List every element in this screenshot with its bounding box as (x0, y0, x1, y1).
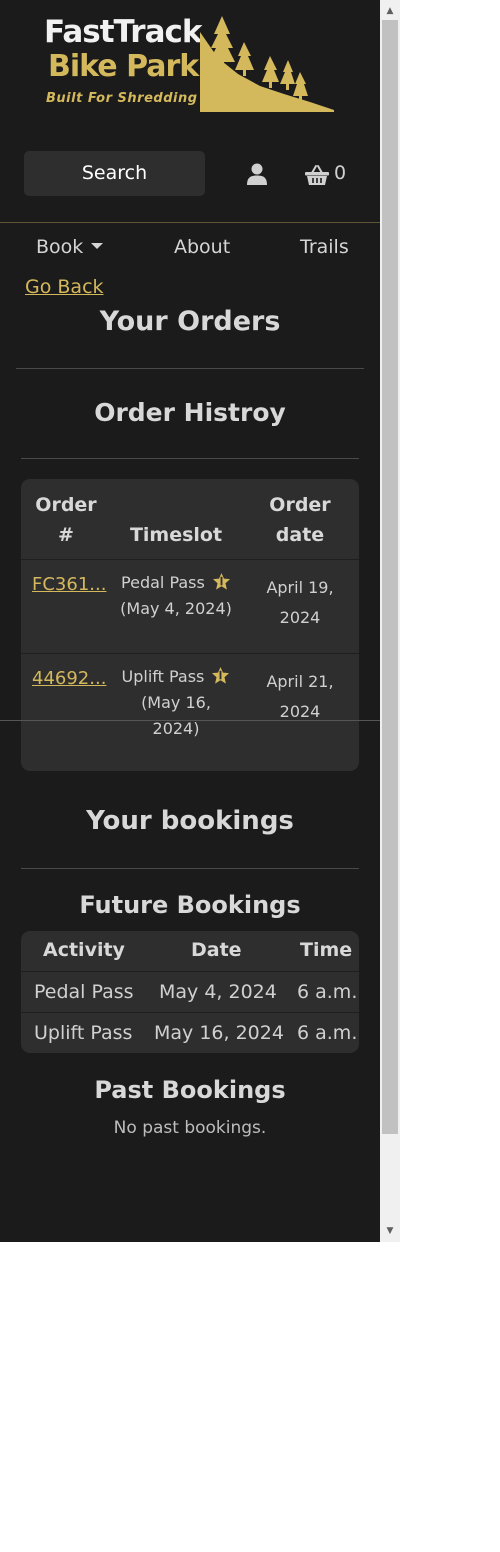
col-order-date-line2: date (275, 524, 325, 546)
col-timeslot: Timeslot (129, 524, 223, 546)
divider (0, 720, 400, 721)
go-back-link[interactable]: Go Back (25, 276, 104, 298)
no-past-bookings-text: No past bookings. (113, 1118, 267, 1138)
table-row-date: April 21, 2024 (251, 667, 349, 727)
chevron-down-icon (91, 242, 104, 249)
logo-line1: FastTrack (44, 14, 202, 50)
pass-slot-line1: (May 16, (141, 693, 211, 712)
booking-activity: Uplift Pass (34, 1022, 133, 1044)
divider (21, 868, 359, 869)
row-divider (21, 1012, 359, 1013)
col-order-date: Order date (251, 490, 349, 550)
col-order-number-line2: # (58, 524, 74, 546)
vertical-scrollbar[interactable]: ▲ ▼ (380, 0, 400, 1242)
col-order-number-line1: Order (35, 494, 97, 516)
search-button[interactable]: Search (24, 151, 205, 196)
nav-book-dropdown[interactable]: Book (36, 236, 104, 258)
basket-icon[interactable] (305, 164, 329, 186)
pass-slot: (May 4, 2024) (120, 599, 232, 618)
pass-name-line: Uplift Pass (111, 664, 241, 690)
order-date-line2: 2024 (279, 702, 321, 721)
future-bookings-table: Activity Date Time Pedal Pass May 4, 202… (21, 931, 359, 1053)
page-viewport: FastTrack Bike Park Built For Shredding … (0, 0, 380, 1242)
booking-date: May 16, 2024 (154, 1022, 284, 1044)
user-icon[interactable] (247, 163, 267, 185)
row-divider (21, 559, 359, 560)
order-date-line2: 2024 (279, 608, 321, 627)
booking-activity: Pedal Pass (34, 981, 134, 1003)
divider (16, 368, 364, 369)
col-order-number: Order # (21, 490, 111, 550)
table-row-timeslot: Uplift Pass (May 16, 2024) (111, 664, 241, 742)
scroll-thumb[interactable] (382, 20, 398, 1134)
nav-trails[interactable]: Trails (300, 236, 349, 258)
order-date-line1: April 19, (266, 578, 334, 597)
table-row-timeslot: Pedal Pass (May 4, 2024) (111, 570, 241, 622)
bookings-title: Your bookings (86, 806, 294, 836)
booking-date: May 4, 2024 (159, 981, 277, 1003)
orders-title: Your Orders (99, 306, 281, 337)
order-link[interactable]: 44692... (32, 668, 106, 689)
col-time: Time (300, 939, 353, 961)
row-divider (21, 971, 359, 972)
logo-tagline: Built For Shredding (46, 91, 198, 106)
logo-line2: Bike Park (48, 49, 199, 84)
pass-name: Pedal Pass (121, 573, 205, 592)
nav-book-label: Book (36, 236, 84, 258)
past-bookings-title: Past Bookings (94, 1076, 286, 1104)
order-date-line1: April 21, (266, 672, 334, 691)
mountain-trees-icon (200, 16, 334, 112)
col-date: Date (191, 939, 242, 961)
col-order-date-line1: Order (269, 494, 331, 516)
booking-time: 6 a.m. (297, 981, 358, 1003)
nav-about[interactable]: About (174, 236, 230, 258)
order-history-title: Order Histroy (94, 398, 286, 427)
col-activity: Activity (43, 939, 125, 961)
cart-count: 0 (334, 162, 347, 184)
nav-divider (0, 222, 380, 223)
future-bookings-title: Future Bookings (79, 891, 301, 919)
row-divider (21, 653, 359, 654)
scroll-up-arrow-icon[interactable]: ▲ (380, 2, 400, 20)
pass-name: Uplift Pass (121, 667, 205, 686)
booking-time: 6 a.m. (297, 1022, 358, 1044)
scroll-down-arrow-icon[interactable]: ▼ (380, 1222, 400, 1240)
divider (21, 458, 359, 459)
star-icon (212, 572, 231, 590)
table-row-date: April 19, 2024 (251, 573, 349, 633)
site-logo[interactable]: FastTrack Bike Park Built For Shredding (40, 12, 336, 114)
pass-name-line: Pedal Pass (111, 570, 241, 596)
order-history-table: Order # Timeslot Order date FC361... Ped… (21, 479, 359, 771)
star-icon (212, 666, 230, 684)
order-link[interactable]: FC361... (32, 574, 106, 595)
